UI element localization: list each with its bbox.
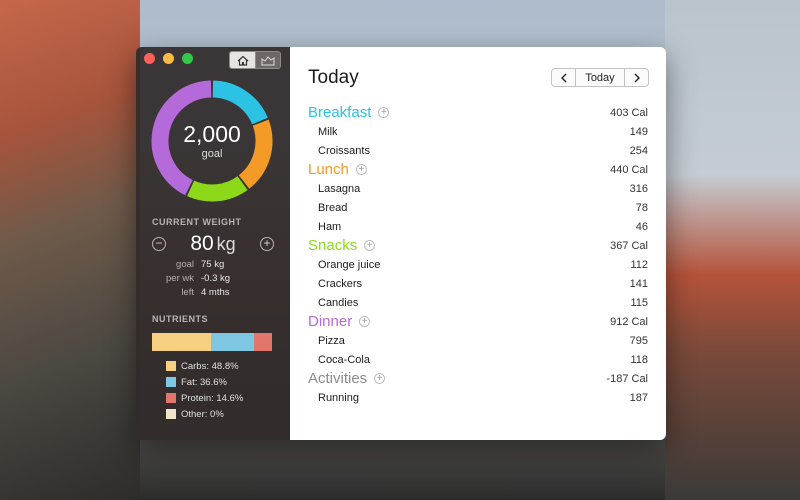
nutrients-heading: NUTRIENTS xyxy=(152,314,208,324)
increase-weight-button[interactable]: + xyxy=(260,237,274,251)
chevron-left-icon xyxy=(560,73,566,82)
sidebar: 2,000 goal CURRENT WEIGHT − 80 kg + goal … xyxy=(136,47,290,440)
date-navigator: Today xyxy=(551,68,649,87)
meal-total: -187 Cal xyxy=(606,372,648,385)
weight-stat-left: left 4 mths xyxy=(181,286,230,298)
list-item[interactable]: Crackers 141 xyxy=(308,274,648,293)
add-snacks-item-button[interactable]: + xyxy=(364,240,376,251)
weight-stats: goal 75 kg per wk -0.3 kg left 4 mths xyxy=(152,257,274,299)
zoom-button[interactable] xyxy=(182,53,193,64)
nutrients-legend: Carbs: 48.8% Fat: 36.6% Protein: 14.6% O… xyxy=(166,358,243,422)
home-icon xyxy=(237,55,248,66)
meal-name: Activities xyxy=(308,370,368,387)
goal-value: 2,000 xyxy=(183,121,241,147)
home-view-button[interactable] xyxy=(230,52,255,68)
app-window: 2,000 goal CURRENT WEIGHT − 80 kg + goal … xyxy=(136,47,666,440)
legend-protein: Protein: 14.6% xyxy=(166,390,243,406)
weight-stat-goal: goal 75 kg xyxy=(176,258,225,270)
close-button[interactable] xyxy=(144,53,155,64)
current-weight: 80 kg xyxy=(190,232,235,256)
page-title: Today xyxy=(308,67,359,88)
weight-control: − 80 kg + xyxy=(152,232,274,256)
weight-unit: kg xyxy=(216,234,236,254)
meal-total: 403 Cal xyxy=(610,106,648,119)
meal-total: 367 Cal xyxy=(610,239,648,252)
nutrient-segment-protein xyxy=(254,333,272,351)
weight-value: 80 xyxy=(190,232,214,255)
add-dinner-item-button[interactable]: + xyxy=(359,316,371,327)
list-item[interactable]: Candies 115 xyxy=(308,293,648,312)
weight-stat-per-week: per wk -0.3 kg xyxy=(166,272,231,284)
legend-fat: Fat: 36.6% xyxy=(166,374,243,390)
next-day-button[interactable] xyxy=(625,69,648,86)
list-item[interactable]: Croissants 254 xyxy=(308,141,648,160)
add-activity-button[interactable]: + xyxy=(374,373,386,384)
meal-list: Breakfast + 403 Cal Milk 149 Croissants 25… xyxy=(308,103,648,407)
main-panel: Today Today Breakfast + 403 Cal Milk 149 … xyxy=(290,47,666,440)
previous-day-button[interactable] xyxy=(552,69,575,86)
view-switcher xyxy=(229,51,281,69)
list-item[interactable]: Milk 149 xyxy=(308,122,648,141)
meal-total: 440 Cal xyxy=(610,163,648,176)
meal-header-lunch: Lunch + 440 Cal xyxy=(308,160,648,179)
chevron-right-icon xyxy=(634,73,640,82)
nutrients-bar xyxy=(152,333,272,351)
list-item[interactable]: Ham 46 xyxy=(308,217,648,236)
goal-display: 2,000 goal xyxy=(151,80,273,202)
list-item[interactable]: Pizza 795 xyxy=(308,331,648,350)
legend-carbs: Carbs: 48.8% xyxy=(166,358,243,374)
other-swatch xyxy=(166,409,176,419)
minimize-button[interactable] xyxy=(163,53,174,64)
add-breakfast-item-button[interactable]: + xyxy=(378,107,390,118)
legend-other: Other: 0% xyxy=(166,406,243,422)
meal-name: Dinner xyxy=(308,313,353,330)
chart-view-button[interactable] xyxy=(255,52,280,68)
meal-header-snacks: Snacks + 367 Cal xyxy=(308,236,648,255)
meal-header-dinner: Dinner + 912 Cal xyxy=(308,312,648,331)
protein-swatch xyxy=(166,393,176,403)
list-item[interactable]: Orange juice 112 xyxy=(308,255,648,274)
current-weight-heading: CURRENT WEIGHT xyxy=(152,217,242,227)
today-button[interactable]: Today xyxy=(575,69,625,86)
meal-name: Snacks xyxy=(308,237,358,254)
meal-header-breakfast: Breakfast + 403 Cal xyxy=(308,103,648,122)
meal-header-activities: Activities + -187 Cal xyxy=(308,369,648,388)
goal-label: goal xyxy=(201,148,223,160)
add-lunch-item-button[interactable]: + xyxy=(355,164,367,175)
window-controls xyxy=(144,53,193,64)
chart-icon xyxy=(261,55,275,65)
meal-name: Breakfast xyxy=(308,104,372,121)
decrease-weight-button[interactable]: − xyxy=(152,237,166,251)
nutrient-segment-fat xyxy=(210,333,255,351)
list-item[interactable]: Coca-Cola 118 xyxy=(308,350,648,369)
list-item[interactable]: Bread 78 xyxy=(308,198,648,217)
meal-name: Lunch xyxy=(308,161,349,178)
list-item[interactable]: Running 187 xyxy=(308,388,648,407)
desktop-wallpaper-right xyxy=(665,0,800,500)
meal-total: 912 Cal xyxy=(610,315,648,328)
fat-swatch xyxy=(166,377,176,387)
carbs-swatch xyxy=(166,361,176,371)
nutrient-segment-carbs xyxy=(152,333,211,351)
list-item[interactable]: Lasagna 316 xyxy=(308,179,648,198)
desktop-wallpaper-left xyxy=(0,0,140,500)
desktop-wallpaper-bottom xyxy=(140,440,665,500)
